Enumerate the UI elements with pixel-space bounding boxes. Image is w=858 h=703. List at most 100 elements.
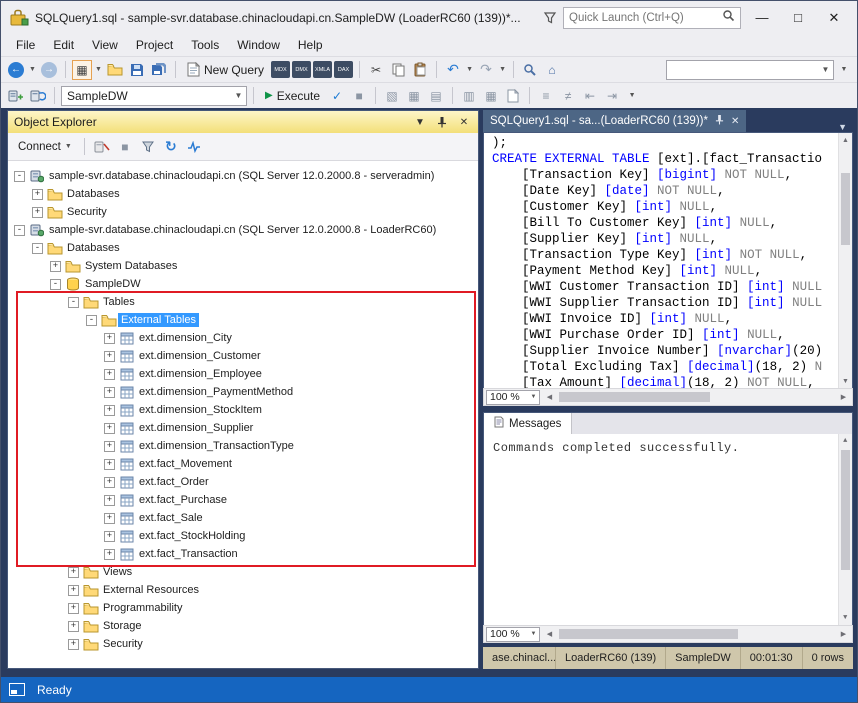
minimize-button[interactable]: — (747, 6, 777, 30)
expand-icon[interactable]: + (50, 261, 61, 272)
menu-item-project[interactable]: Project (127, 35, 182, 55)
stop-icon[interactable]: ■ (115, 137, 135, 157)
scroll-down-arrow[interactable]: ▼ (839, 611, 852, 625)
execute-button[interactable]: ▶ Execute (260, 85, 325, 107)
tree-node[interactable]: +Databases (8, 185, 478, 203)
scroll-up-arrow[interactable]: ▲ (839, 434, 852, 448)
database-selector[interactable]: SampleDW ▼ (61, 86, 247, 106)
query-options-button[interactable]: ▦ (404, 86, 424, 106)
new-query-options-button[interactable]: ▦ (72, 60, 92, 80)
collapse-icon[interactable]: - (14, 225, 25, 236)
dmx-query-button[interactable]: DMX (292, 61, 311, 78)
scrollbar-track[interactable] (559, 391, 834, 403)
close-button[interactable]: ✕ (819, 6, 849, 30)
scrollbar-thumb[interactable] (841, 173, 850, 245)
tree-node[interactable]: +ext.dimension_StockItem (8, 401, 478, 419)
chevron-down-icon[interactable]: ▼ (231, 87, 246, 105)
tree-node[interactable]: +Storage (8, 617, 478, 635)
toolbar-combo-box[interactable]: ▼ (666, 60, 834, 80)
navigate-forward-button[interactable]: → (39, 60, 59, 80)
connect-button[interactable]: Connect ▼ (14, 135, 77, 159)
expand-icon[interactable]: + (104, 441, 115, 452)
mdx-query-button[interactable]: MDX (271, 61, 290, 78)
new-query-options-dropdown[interactable]: ▼ (94, 60, 103, 80)
cut-button[interactable]: ✂ (366, 60, 386, 80)
scrollbar-thumb[interactable] (559, 629, 738, 639)
scrollbar-track[interactable] (559, 628, 834, 640)
messages-zoom-selector[interactable]: 100 % ▼ (486, 627, 540, 642)
toolbar-overflow-button[interactable]: ▼ (836, 60, 852, 80)
menu-item-edit[interactable]: Edit (44, 35, 83, 55)
filter-icon[interactable] (138, 137, 158, 157)
expand-icon[interactable]: + (68, 639, 79, 650)
tree-node[interactable]: -External Tables (8, 311, 478, 329)
undo-dropdown[interactable]: ▼ (465, 60, 474, 80)
pin-icon[interactable] (715, 114, 724, 128)
expand-icon[interactable]: + (32, 189, 43, 200)
scroll-down-arrow[interactable]: ▼ (839, 374, 852, 388)
tree-node[interactable]: +External Resources (8, 581, 478, 599)
uncomment-button[interactable]: ≠ (558, 86, 578, 106)
collapse-icon[interactable]: - (14, 171, 25, 182)
navigate-to-button[interactable]: ⌂ (542, 60, 562, 80)
expand-icon[interactable]: + (32, 207, 43, 218)
tree-node[interactable]: -SampleDW (8, 275, 478, 293)
expand-icon[interactable]: + (68, 567, 79, 578)
window-position-button[interactable]: ▼ (412, 114, 428, 130)
tree-node[interactable]: +Security (8, 635, 478, 653)
editor-horizontal-scrollbar[interactable]: 100 % ▼ ◀ ▶ (483, 388, 853, 406)
tree-node[interactable]: -Databases (8, 239, 478, 257)
chevron-down-icon[interactable]: ▼ (528, 394, 539, 400)
scroll-right-arrow[interactable]: ▶ (837, 391, 850, 404)
expand-icon[interactable]: + (104, 477, 115, 488)
expand-icon[interactable]: + (104, 531, 115, 542)
activity-monitor-icon[interactable] (184, 137, 204, 157)
menu-item-tools[interactable]: Tools (182, 35, 228, 55)
expand-icon[interactable]: + (104, 405, 115, 416)
open-file-button[interactable] (105, 60, 125, 80)
scroll-left-arrow[interactable]: ◀ (543, 391, 556, 404)
messages-pane[interactable]: Commands completed successfully. ▲ ▼ (483, 434, 853, 625)
redo-button[interactable]: ↷ (476, 60, 496, 80)
refresh-icon[interactable]: ↻ (161, 137, 181, 157)
chevron-down-icon[interactable]: ▼ (528, 631, 539, 637)
intellisense-button[interactable]: ▤ (426, 86, 446, 106)
query-document-tab[interactable]: SQLQuery1.sql - sa...(LoaderRC60 (139))*… (483, 110, 746, 132)
scrollbar-thumb[interactable] (559, 392, 710, 402)
menu-item-file[interactable]: File (7, 35, 44, 55)
messages-horizontal-scrollbar[interactable]: 100 % ▼ ◀ ▶ (483, 625, 853, 643)
tree-node[interactable]: +ext.dimension_PaymentMethod (8, 383, 478, 401)
collapse-icon[interactable]: - (68, 297, 79, 308)
expand-icon[interactable]: + (68, 603, 79, 614)
tree-node[interactable]: +ext.fact_Order (8, 473, 478, 491)
navigate-back-button[interactable]: ← (6, 60, 26, 80)
estimated-plan-button[interactable]: ▧ (382, 86, 402, 106)
results-to-text-button[interactable]: ▥ (459, 86, 479, 106)
scroll-up-arrow[interactable]: ▲ (839, 133, 852, 147)
results-to-file-button[interactable] (503, 86, 523, 106)
find-button[interactable] (520, 60, 540, 80)
connect-database-button[interactable] (6, 86, 26, 106)
tree-node[interactable]: +ext.dimension_City (8, 329, 478, 347)
feedback-funnel-icon[interactable] (543, 11, 557, 25)
redo-dropdown[interactable]: ▼ (498, 60, 507, 80)
search-icon[interactable] (722, 9, 735, 27)
change-connection-button[interactable] (28, 86, 48, 106)
chevron-down-icon[interactable]: ▼ (818, 61, 833, 79)
disconnect-button[interactable] (92, 137, 112, 157)
tree-node[interactable]: +ext.dimension_TransactionType (8, 437, 478, 455)
code-editor[interactable]: );CREATE EXTERNAL TABLE [ext].[fact_Tran… (483, 132, 853, 388)
editor-vertical-scrollbar[interactable]: ▲ ▼ (838, 133, 852, 388)
tree-node[interactable]: -sample-svr.database.chinacloudapi.cn (S… (8, 221, 478, 239)
tree-node[interactable]: +Programmability (8, 599, 478, 617)
menu-item-view[interactable]: View (83, 35, 127, 55)
menu-item-help[interactable]: Help (289, 35, 332, 55)
collapse-icon[interactable]: - (50, 279, 61, 290)
navigate-back-dropdown[interactable]: ▼ (28, 60, 37, 80)
expand-icon[interactable]: + (104, 549, 115, 560)
indent-button[interactable]: ⇥ (602, 86, 622, 106)
scroll-left-arrow[interactable]: ◀ (543, 628, 556, 641)
tree-node[interactable]: -sample-svr.database.chinacloudapi.cn (S… (8, 167, 478, 185)
close-tab-icon[interactable]: ✕ (731, 116, 739, 127)
maximize-button[interactable]: □ (783, 6, 813, 30)
